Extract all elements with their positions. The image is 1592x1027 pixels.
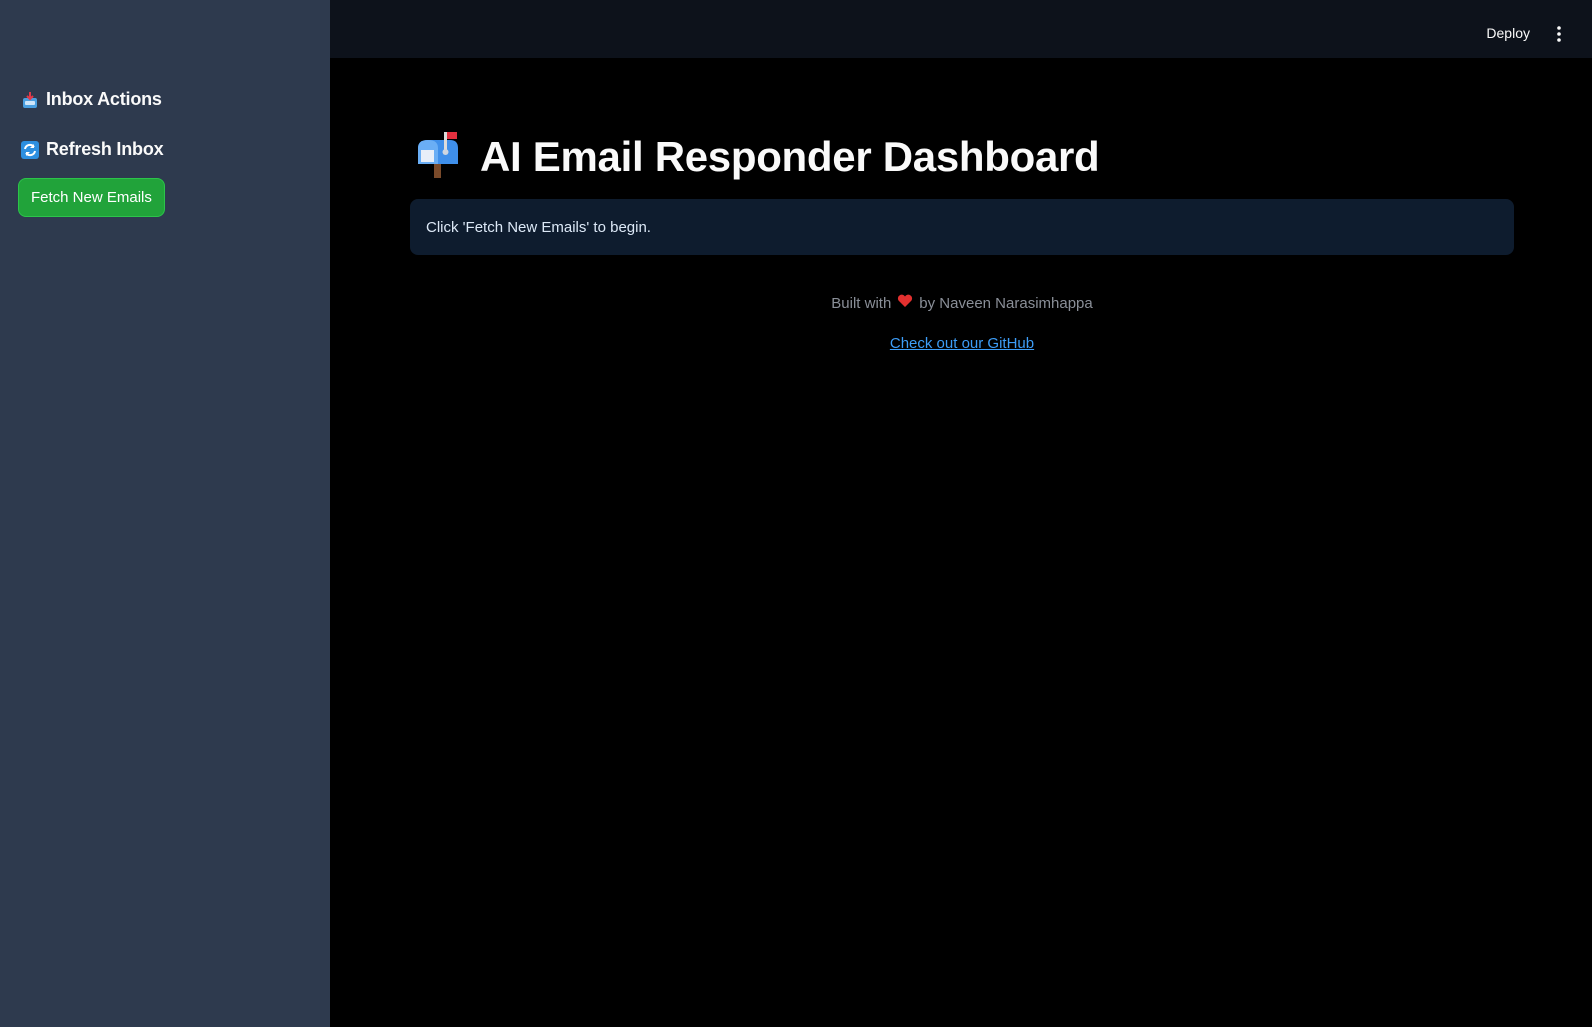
- sidebar-heading-inbox-actions: Inbox Actions: [20, 89, 162, 110]
- inbox-tray-icon: [20, 90, 40, 110]
- sidebar-heading-label: Inbox Actions: [46, 89, 162, 109]
- mailbox-icon: [414, 130, 460, 183]
- sidebar-heading-refresh-inbox: Refresh Inbox: [20, 139, 164, 160]
- page-title: AI Email Responder Dashboard: [480, 132, 1100, 180]
- footer-prefix: Built with: [831, 294, 892, 312]
- page-title-row: AI Email Responder Dashboard: [414, 130, 1100, 183]
- kebab-menu-icon[interactable]: [1556, 26, 1562, 42]
- app: Inbox Actions Refresh Inbox Fetch New Em…: [0, 0, 1592, 1027]
- info-alert-text: Click 'Fetch New Emails' to begin.: [426, 218, 651, 236]
- heart-icon: [897, 294, 913, 312]
- info-alert: Click 'Fetch New Emails' to begin.: [410, 199, 1514, 255]
- fetch-new-emails-button[interactable]: Fetch New Emails: [18, 178, 165, 217]
- refresh-arrows-icon: [20, 140, 40, 160]
- footer-credit: Built with by Naveen Narasimhappa: [410, 294, 1514, 312]
- footer-suffix: by Naveen Narasimhappa: [919, 294, 1093, 312]
- sidebar-heading-label: Refresh Inbox: [46, 139, 164, 159]
- deploy-button[interactable]: Deploy: [1486, 25, 1530, 41]
- top-header: Deploy: [330, 0, 1592, 58]
- sidebar: Inbox Actions Refresh Inbox Fetch New Em…: [0, 0, 330, 1027]
- github-link[interactable]: Check out our GitHub: [410, 335, 1514, 352]
